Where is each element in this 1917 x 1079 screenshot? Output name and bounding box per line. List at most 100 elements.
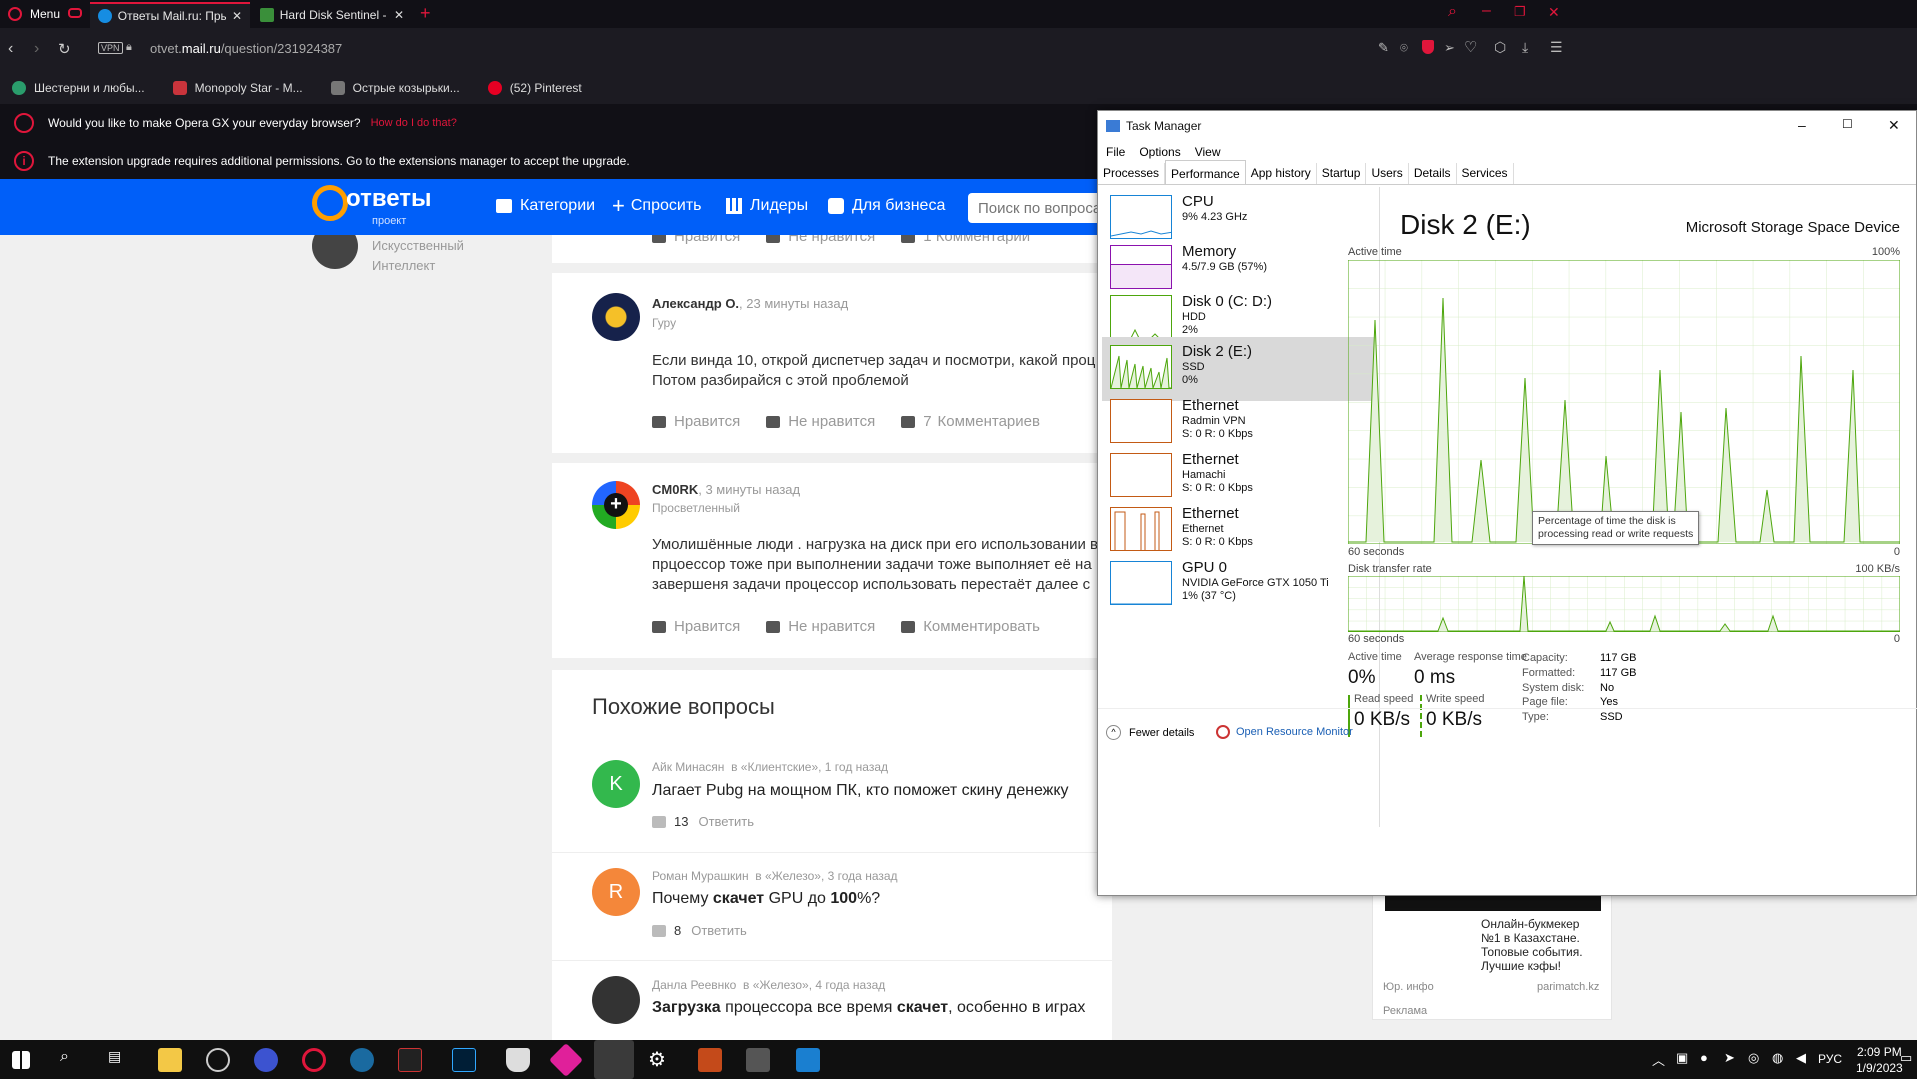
file-explorer-icon[interactable] [158,1048,182,1072]
dislike-button[interactable]: Не нравится [766,618,875,635]
tray-gamepad-icon[interactable]: ◎ [1748,1050,1759,1066]
task-view-icon[interactable]: ▤ [108,1048,132,1072]
author-name[interactable]: Айк Минасян [652,760,724,774]
heart-icon[interactable]: ♡ [1464,38,1477,56]
back-icon[interactable]: ‹ [8,40,13,58]
tab-otvet[interactable]: Ответы Mail.ru: Прыгает д ✕ [90,2,250,28]
reload-icon[interactable]: ↻ [58,40,71,58]
comments-button[interactable]: 7 Комментариев [901,413,1040,430]
ad-domain[interactable]: parimatch.kz [1537,981,1599,993]
language-indicator[interactable]: РУС [1818,1052,1842,1066]
menu-file[interactable]: File [1106,145,1125,159]
windows-start-icon[interactable] [12,1051,30,1069]
download-icon[interactable]: ⤓ [1522,39,1528,56]
maximize-icon[interactable]: ☐ [1842,117,1853,131]
voicemeeter-icon[interactable] [398,1048,422,1072]
opera-icon[interactable] [302,1048,326,1072]
opera-logo-icon[interactable] [8,7,22,21]
vpn-badge[interactable]: VPN [98,42,123,54]
user-avatar[interactable]: R [592,868,640,916]
nav-business[interactable]: Для бизнеса [828,197,945,215]
search-input[interactable] [968,193,1108,223]
fewer-details-button[interactable]: ^ Fewer details [1106,725,1194,740]
tab-close-icon[interactable]: ✕ [232,9,242,23]
menu-button[interactable]: Menu [30,7,60,21]
app-window-icon[interactable] [796,1048,820,1072]
close-window-icon[interactable]: ✕ [1548,4,1560,21]
close-icon[interactable]: ✕ [1888,117,1900,134]
minimize-icon[interactable]: – [1482,2,1491,20]
user-name[interactable]: Александр О. [652,296,739,311]
camera-icon[interactable]: ⌾ [1400,40,1408,56]
shield-icon[interactable] [1422,40,1434,54]
tab-services[interactable]: Services [1457,163,1514,184]
bookmark-item[interactable]: Шестерни и любы... [12,81,145,95]
menu-options[interactable]: Options [1139,145,1180,159]
cube-icon[interactable]: ⬡ [1494,39,1506,56]
user-avatar[interactable] [312,235,358,269]
minimize-icon[interactable]: – [1798,117,1806,133]
search-tabs-icon[interactable]: ⌕ [1448,3,1457,21]
tab-close-icon[interactable]: ✕ [394,8,404,22]
user-avatar[interactable] [592,976,640,1024]
user-avatar[interactable] [592,293,640,341]
notice-link[interactable]: How do I do that? [371,117,457,129]
question-title[interactable]: Лагает Pubg на мощном ПК, кто поможет ск… [652,782,1069,800]
tray-chevron-icon[interactable]: ︿ [1652,1050,1665,1069]
photoshop-icon[interactable] [452,1048,476,1072]
dislike-button[interactable]: Не нравится [766,413,875,430]
menu-view[interactable]: View [1195,145,1221,159]
task-manager-taskbar-button[interactable] [594,1040,634,1079]
like-button[interactable]: Нравится [652,413,740,430]
security-icon[interactable] [506,1048,530,1072]
user-avatar[interactable]: + [592,481,640,529]
volume-icon[interactable]: ◀ [1796,1050,1806,1066]
tab-users[interactable]: Users [1366,163,1409,184]
tab-details[interactable]: Details [1409,163,1457,184]
question-title[interactable]: Почему скачет GPU до 100%? [652,890,880,908]
tab-startup[interactable]: Startup [1317,163,1367,184]
hard-disk-sentinel-icon[interactable] [746,1048,770,1072]
bookmark-item[interactable]: Monopoly Star - M... [172,81,303,95]
notifications-icon[interactable]: ▭ [1900,1050,1912,1066]
open-resource-monitor-link[interactable]: Open Resource Monitor [1216,725,1353,739]
nav-categories[interactable]: Категории [496,197,595,215]
comment-button[interactable]: Комментировать [901,618,1040,635]
user-name[interactable]: CM0RK [652,482,698,497]
dislike-button[interactable]: Не нравится [766,235,875,245]
nav-ask[interactable]: + Спросить [612,195,701,217]
user-avatar[interactable]: K [592,760,640,808]
at-logo-icon[interactable] [312,185,348,221]
obs-icon[interactable] [206,1048,230,1072]
reply-link[interactable]: Ответить [691,923,747,938]
gamepad-icon[interactable] [68,8,82,18]
restore-icon[interactable]: ❐ [1514,4,1526,20]
nav-leaders[interactable]: Лидеры [726,197,808,215]
clock[interactable]: 2:09 PM 1/9/2023 [1856,1044,1903,1076]
author-name[interactable]: Данла Реевнко [652,978,736,992]
steam-icon[interactable] [350,1048,374,1072]
like-button[interactable]: Нравится [652,618,740,635]
new-tab-plus-icon[interactable]: + [420,3,431,24]
tray-app-icon[interactable]: ▣ [1676,1050,1688,1066]
url-field[interactable]: otvet.mail.ru/question/231924387 [150,41,342,56]
forward-icon[interactable]: › [34,40,39,58]
app-diamond-icon[interactable] [549,1043,583,1077]
app-v-icon[interactable] [254,1048,278,1072]
bookmark-item[interactable]: (52) Pinterest [487,81,582,95]
tab-processes[interactable]: Processes [1098,163,1166,184]
tab-performance[interactable]: Performance [1165,160,1246,184]
app-icon[interactable] [698,1048,722,1072]
tab-app-history[interactable]: App history [1246,163,1317,184]
tray-send-icon[interactable]: ➤ [1724,1050,1735,1066]
ad-legal-link[interactable]: Юр. инфо [1383,981,1434,993]
question-title[interactable]: Загрузка процессора все время скачет, ос… [652,999,1085,1017]
bookmark-item[interactable]: Острые козырьки... [330,81,460,95]
comments-button[interactable]: 1 Комментарии [901,235,1030,245]
network-icon[interactable]: ◍ [1772,1050,1783,1066]
tab-hds[interactable]: Hard Disk Sentinel - Thank ✕ [252,2,412,28]
site-logo[interactable]: ответы [346,185,432,213]
settings-gear-icon[interactable]: ⚙ [648,1048,672,1072]
like-button[interactable]: Нравится [652,235,740,245]
tray-steam-icon[interactable]: ● [1700,1050,1708,1065]
